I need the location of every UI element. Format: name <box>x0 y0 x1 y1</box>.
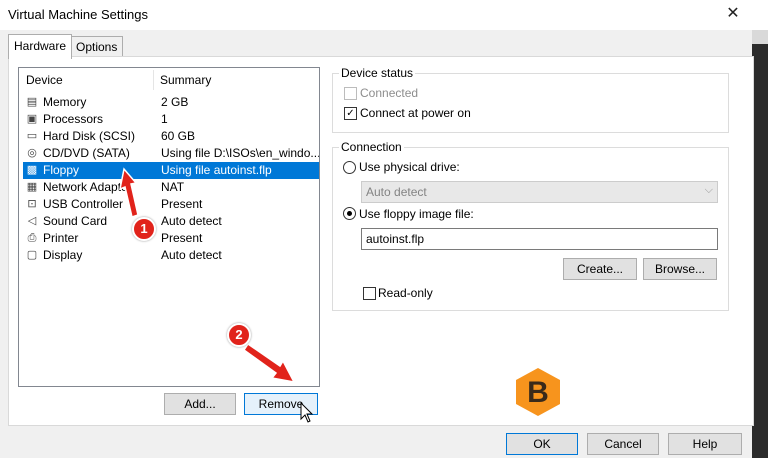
device-name: Hard Disk (SCSI) <box>43 129 136 143</box>
device-list-header: Device Summary <box>19 68 319 92</box>
watermark-text: BONGUIDES.COM <box>568 384 748 406</box>
background-app-strip <box>752 30 768 458</box>
device-summary: Using file D:\ISOs\en_windo... <box>161 146 320 160</box>
logo-letter: B <box>527 376 549 409</box>
bonguides-logo: B <box>516 368 560 416</box>
device-summary: Using file autoinst.flp <box>161 163 272 177</box>
device-status-group: Device status <box>332 66 729 133</box>
use-physical-drive-radio[interactable] <box>343 161 356 174</box>
usb-controller-icon: ⊡ <box>27 198 37 210</box>
ok-button[interactable]: OK <box>506 433 578 455</box>
device-name: CD/DVD (SATA) <box>43 146 130 160</box>
network-adapter-icon: ▦ <box>26 181 38 193</box>
device-summary: Auto detect <box>161 248 222 262</box>
help-button[interactable]: Help <box>668 433 742 455</box>
floppy-image-path-value: autoinst.flp <box>366 232 425 246</box>
floppy-image-path-field[interactable]: autoinst.flp <box>361 228 718 250</box>
background-app-bar <box>752 30 768 44</box>
summary-column-header[interactable]: Summary <box>160 73 211 87</box>
read-only-label: Read-only <box>378 286 433 300</box>
annotation-arrow-1 <box>118 167 139 218</box>
tab-hardware[interactable]: Hardware <box>8 34 73 59</box>
device-name: Printer <box>43 231 79 245</box>
device-name: Processors <box>43 112 104 126</box>
device-status-legend: Device status <box>339 66 416 80</box>
device-row-network-adapter[interactable]: ▦ Network Adapter NAT <box>23 179 319 196</box>
floppy-icon: ▩ <box>26 164 38 176</box>
title-bar: Virtual Machine Settings ✕ <box>0 0 768 30</box>
device-summary: Auto detect <box>161 214 222 228</box>
device-row-memory[interactable]: ▤ Memory 2 GB <box>23 94 319 111</box>
step-2-badge: 2 <box>227 323 251 347</box>
display-icon: ▢ <box>26 249 38 261</box>
device-summary: 60 GB <box>161 129 196 143</box>
sound-card-icon: ◁ <box>27 215 37 227</box>
device-summary: 1 <box>161 112 168 126</box>
printer-icon: ⎙ <box>27 232 37 244</box>
annotation-arrow-2 <box>244 342 296 384</box>
browse-button[interactable]: Browse... <box>643 258 717 280</box>
device-name: Display <box>43 248 83 262</box>
connect-at-power-on-label: Connect at power on <box>360 106 471 120</box>
connection-legend: Connection <box>339 140 404 154</box>
device-name: Memory <box>43 95 87 109</box>
device-summary: NAT <box>161 180 185 194</box>
use-physical-drive-label: Use physical drive: <box>359 160 460 174</box>
column-divider[interactable] <box>153 70 154 90</box>
mouse-pointer-icon <box>300 402 314 423</box>
connected-label: Connected <box>360 86 419 100</box>
device-summary: Present <box>161 197 203 211</box>
device-summary: 2 GB <box>161 95 189 109</box>
tab-options[interactable]: Options <box>70 36 124 57</box>
physical-drive-select[interactable]: Auto detect ⌵ <box>361 181 718 203</box>
connected-checkbox[interactable] <box>344 87 357 100</box>
cd-dvd-icon: ◎ <box>27 147 37 159</box>
settings-window: Virtual Machine Settings ✕ Hardware Opti… <box>0 0 768 458</box>
use-floppy-image-label: Use floppy image file: <box>359 207 474 221</box>
connect-at-power-on-checkbox[interactable]: ✓ <box>344 107 357 120</box>
device-row-display[interactable]: ▢ Display Auto detect <box>23 247 319 264</box>
device-column-header[interactable]: Device <box>26 73 63 87</box>
window-title: Virtual Machine Settings <box>8 7 148 22</box>
read-only-checkbox[interactable] <box>363 287 376 300</box>
device-name: Floppy <box>43 163 80 177</box>
create-button[interactable]: Create... <box>563 258 637 280</box>
device-row-hard-disk[interactable]: ▭ Hard Disk (SCSI) 60 GB <box>23 128 319 145</box>
chevron-down-icon: ⌵ <box>704 184 713 196</box>
hard-disk-icon: ▭ <box>26 130 38 142</box>
physical-drive-value: Auto detect <box>366 185 427 199</box>
close-icon[interactable]: ✕ <box>720 2 746 26</box>
device-summary: Present <box>161 231 203 245</box>
device-row-floppy[interactable]: ▩ Floppy Using file autoinst.flp <box>23 162 319 179</box>
device-row-cd-dvd[interactable]: ◎ CD/DVD (SATA) Using file D:\ISOs\en_wi… <box>23 145 319 162</box>
step-1-badge: 1 <box>132 217 156 241</box>
device-row-usb-controller[interactable]: ⊡ USB Controller Present <box>23 196 319 213</box>
cancel-button[interactable]: Cancel <box>587 433 659 455</box>
processor-icon: ▣ <box>26 113 38 125</box>
device-name: Sound Card <box>43 214 108 228</box>
memory-icon: ▤ <box>26 96 38 108</box>
use-floppy-image-radio[interactable] <box>343 207 356 220</box>
device-row-sound-card[interactable]: ◁ Sound Card Auto detect <box>23 213 319 230</box>
add-button[interactable]: Add... <box>164 393 236 415</box>
device-row-processors[interactable]: ▣ Processors 1 <box>23 111 319 128</box>
device-row-printer[interactable]: ⎙ Printer Present <box>23 230 319 247</box>
